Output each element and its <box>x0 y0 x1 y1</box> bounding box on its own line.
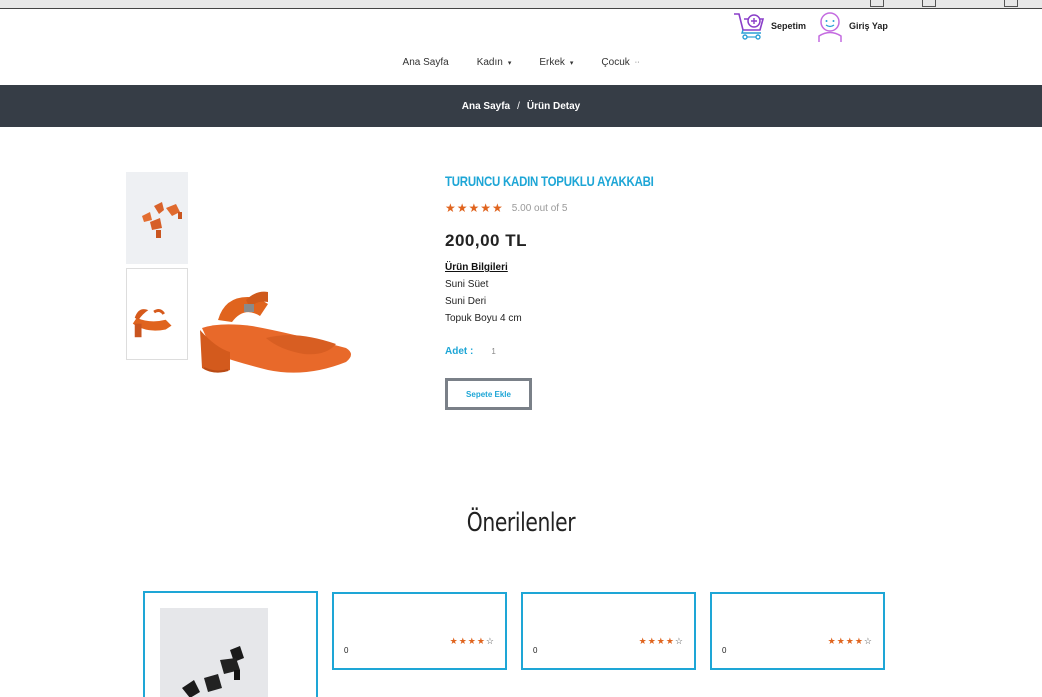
login-button[interactable]: Giriş Yap <box>814 10 888 42</box>
chevron-down-icon: ▾ <box>507 59 512 67</box>
main-nav: Ana Sayfa Kadın ▾ Erkek ▾ Çocuk ·· <box>0 53 1042 72</box>
recommended-price: 0 <box>533 646 538 655</box>
nav-item-label: Erkek <box>539 57 565 68</box>
nav-item-label: Kadın <box>476 57 503 68</box>
product-title: TURUNCU KADIN TOPUKLU AYAKKABI <box>445 173 654 189</box>
recommended-rating: ★★★★☆ <box>450 636 495 647</box>
quantity-input[interactable]: 1 <box>491 347 515 356</box>
product-thumbnail-2[interactable] <box>126 268 188 360</box>
window-control-icon <box>1004 0 1018 7</box>
breadcrumb-current: Ürün Detay <box>526 100 581 112</box>
recommended-title: Önerilenler <box>466 508 576 538</box>
black-sandal-image <box>160 608 268 697</box>
cart-label: Sepetim <box>771 21 807 31</box>
rating-text: 5.00 out of 5 <box>511 202 568 214</box>
breadcrumb: Ana Sayfa / Ürün Detay <box>0 85 1042 127</box>
product-info-title: Ürün Bilgileri <box>445 262 508 273</box>
recommended-price: 0 <box>344 646 349 655</box>
sandal-thumbnail-image <box>127 269 187 359</box>
empty-star-icon: ☆ <box>863 636 873 646</box>
rating-stars: ★★★★ <box>827 636 864 646</box>
breadcrumb-separator: / <box>517 100 520 112</box>
product-info-line: Suni Deri <box>445 296 487 307</box>
sandal-pair-image <box>126 172 188 264</box>
nav-item-home[interactable]: Ana Sayfa <box>389 53 463 72</box>
rating-stars: ★★★★ <box>449 636 486 646</box>
product-price: 200,00 TL <box>445 231 527 250</box>
chevron-down-icon: ▾ <box>569 59 574 67</box>
product-thumbnail-1[interactable] <box>126 172 188 264</box>
product-main-image <box>196 282 358 384</box>
recommended-card[interactable]: 0 ★★★★☆ <box>710 592 885 670</box>
cart-button[interactable]: Sepetim <box>732 11 806 41</box>
window-control-icon <box>922 0 936 7</box>
quantity-row: Adet : 1 <box>445 346 515 357</box>
empty-star-icon: ☆ <box>485 636 495 646</box>
nav-item-kids[interactable]: Çocuk ·· <box>587 53 653 72</box>
empty-star-icon: ☆ <box>674 636 684 646</box>
sandal-main-image <box>200 291 351 373</box>
rating-stars: ★★★★★ <box>445 201 504 215</box>
product-rating: ★★★★★ 5.00 out of 5 <box>445 201 567 215</box>
rating-stars: ★★★★ <box>638 636 675 646</box>
recommended-card[interactable] <box>143 591 318 697</box>
recommended-card[interactable]: 0 ★★★★☆ <box>332 592 507 670</box>
window-control-icon <box>870 0 884 7</box>
cart-icon <box>734 13 765 40</box>
recommended-card[interactable]: 0 ★★★★☆ <box>521 592 696 670</box>
recommended-rating: ★★★★☆ <box>828 636 873 647</box>
nav-item-men[interactable]: Erkek ▾ <box>525 53 587 72</box>
user-icon <box>818 12 842 42</box>
recommended-price: 0 <box>722 646 727 655</box>
recommended-rating: ★★★★☆ <box>639 636 684 647</box>
product-info-line: Topuk Boyu 4 cm <box>445 313 522 324</box>
chevron-down-icon: ·· <box>634 59 640 66</box>
breadcrumb-home-link[interactable]: Ana Sayfa <box>462 101 510 112</box>
recommended-product-image <box>160 608 268 697</box>
header-actions: Sepetim Giriş Yap <box>732 9 888 43</box>
top-border <box>0 0 1042 9</box>
nav-item-label: Çocuk <box>601 57 630 68</box>
login-label: Giriş Yap <box>849 21 888 31</box>
nav-item-label: Ana Sayfa <box>402 57 449 68</box>
add-to-cart-button[interactable]: Sepete Ekle <box>445 378 532 410</box>
nav-item-women[interactable]: Kadın ▾ <box>463 53 526 72</box>
quantity-label: Adet : <box>445 346 474 357</box>
product-info-line: Suni Süet <box>445 279 489 290</box>
